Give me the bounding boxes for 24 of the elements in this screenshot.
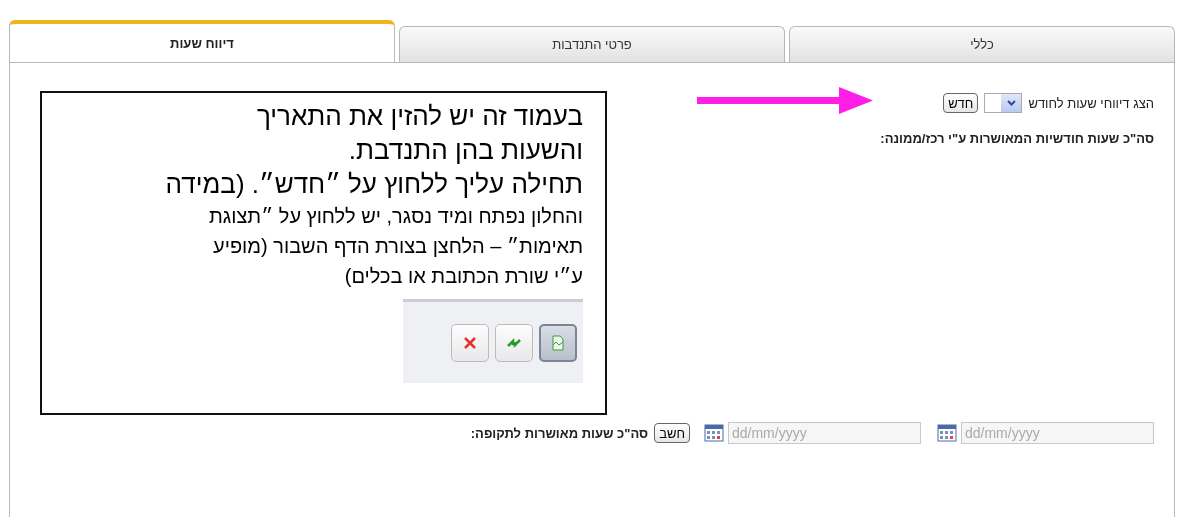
- toolbar-button[interactable]: [539, 323, 577, 362]
- month-dropdown[interactable]: [984, 93, 1023, 113]
- date-field[interactable]: dd/mm/yyyy: [961, 422, 1154, 444]
- instruction-text: בעמוד זה יש להזין את התאריך: [255, 100, 583, 133]
- tab[interactable]: פרטי התנדבות: [399, 26, 785, 62]
- instruction-text: תאימות״ – הלחצן בצורת הדף השבור (מופיע: [212, 234, 583, 259]
- toolbar-button[interactable]: [495, 323, 533, 362]
- date-field[interactable]: dd/mm/yyyy: [728, 422, 921, 444]
- calendar-icon[interactable]: [937, 424, 957, 442]
- toolbar-button[interactable]: [451, 323, 489, 362]
- calculate-button[interactable]: חשב: [654, 423, 690, 443]
- instruction-text: והשעות בהן התנדבת.: [347, 134, 583, 167]
- new-button[interactable]: חדש: [943, 93, 979, 113]
- chevron-down-icon: [1006, 100, 1016, 106]
- instruction-text: ע״י שורת הכתובת או בכלים): [343, 264, 583, 289]
- period-total-label: סה"כ שעות מאושרות לתקופה:: [470, 425, 649, 441]
- tab[interactable]: כללי: [789, 26, 1175, 62]
- instruction-text: והחלון נפתח ומיד נסגר, יש ללחוץ על ״תצוגת: [208, 204, 583, 229]
- calendar-icon[interactable]: [704, 424, 724, 442]
- tab[interactable]: דיווח שעות: [9, 20, 395, 62]
- monthly-total-label: סה"כ שעות חודשיות המאושרות ע"י רכז/ממונה:: [879, 131, 1154, 146]
- month-report-label: הצג דיווחי שעות לחודש: [1028, 95, 1154, 111]
- instruction-text: תחילה עליך ללחוץ על ״חדש״. (במידה: [164, 168, 583, 201]
- broken-page-icon: [549, 333, 567, 352]
